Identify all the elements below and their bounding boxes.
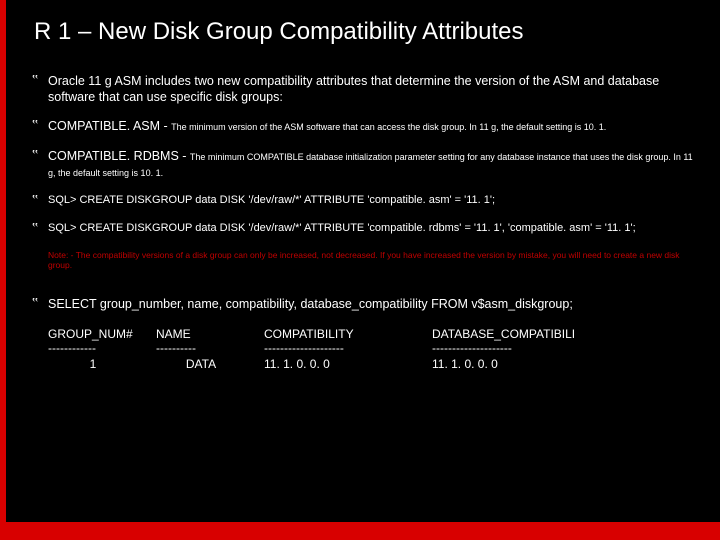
- note-text: Note: - The compatibility versions of a …: [34, 250, 699, 271]
- left-red-bar: [0, 0, 6, 540]
- slide-content: R 1 – New Disk Group Compatibility Attri…: [34, 18, 699, 371]
- bullet-select: SELECT group_number, name, compatibility…: [34, 297, 699, 313]
- header: NAME: [156, 327, 191, 341]
- desc: The minimum version of the ASM software …: [171, 122, 606, 132]
- value: 11. 1. 0. 0. 0: [432, 355, 582, 371]
- header: COMPATIBILITY: [264, 327, 354, 341]
- label: COMPATIBLE. RDBMS -: [48, 149, 190, 163]
- bullet-compatible-asm: COMPATIBLE. ASM - The minimum version of…: [34, 119, 699, 135]
- text: SELECT group_number, name, compatibility…: [48, 297, 573, 311]
- bullet-compatible-rdbms: COMPATIBLE. RDBMS - The minimum COMPATIB…: [34, 149, 699, 180]
- result-table: GROUP_NUM# ------------ 1 NAME ---------…: [34, 327, 699, 371]
- quote-decoration-icon: ‟: [10, 2, 27, 40]
- col-compatibility: COMPATIBILITY -------------------- 11. 1…: [264, 327, 414, 371]
- bullet-sql1: SQL> CREATE DISKGROUP data DISK '/dev/ra…: [34, 194, 699, 208]
- text: SQL> CREATE DISKGROUP data DISK '/dev/ra…: [48, 194, 495, 206]
- value: DATA: [156, 355, 246, 371]
- slide-title: R 1 – New Disk Group Compatibility Attri…: [34, 18, 699, 46]
- value: 1: [48, 355, 138, 371]
- value: 11. 1. 0. 0. 0: [264, 355, 414, 371]
- text: Oracle 11 g ASM includes two new compati…: [48, 74, 659, 104]
- divider: --------------------: [264, 341, 344, 355]
- bullet-intro: Oracle 11 g ASM includes two new compati…: [34, 74, 699, 105]
- header: GROUP_NUM#: [48, 327, 133, 341]
- text: SQL> CREATE DISKGROUP data DISK '/dev/ra…: [48, 222, 636, 234]
- col-group-num: GROUP_NUM# ------------ 1: [48, 327, 138, 371]
- label: COMPATIBLE. ASM -: [48, 119, 171, 133]
- col-name: NAME ---------- DATA: [156, 327, 246, 371]
- header: DATABASE_COMPATIBILI: [432, 327, 575, 341]
- query-bullet-list: SELECT group_number, name, compatibility…: [34, 297, 699, 313]
- divider: ----------: [156, 341, 196, 355]
- divider: ------------: [48, 341, 96, 355]
- bullet-sql2: SQL> CREATE DISKGROUP data DISK '/dev/ra…: [34, 222, 699, 236]
- col-db-compatibility: DATABASE_COMPATIBILI -------------------…: [432, 327, 582, 371]
- divider: --------------------: [432, 341, 512, 355]
- bottom-red-bar: [0, 522, 720, 540]
- bullet-list: Oracle 11 g ASM includes two new compati…: [34, 74, 699, 236]
